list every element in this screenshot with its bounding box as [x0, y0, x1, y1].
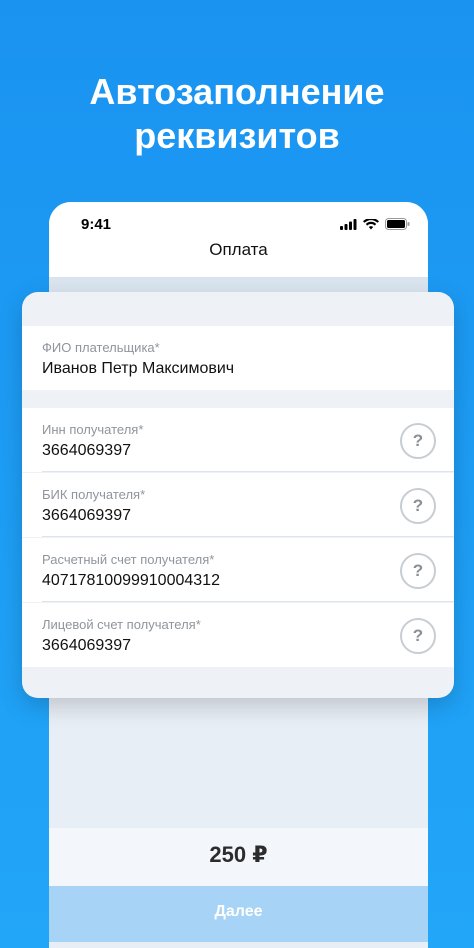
inn-label: Инн получателя* — [42, 422, 144, 437]
settlement-account-field[interactable]: Расчетный счет получателя* 4071781009991… — [22, 538, 454, 602]
personal-account-label: Лицевой счет получателя* — [42, 617, 201, 632]
payer-name-label: ФИО плательщика* — [42, 340, 160, 355]
signal-icon — [340, 218, 357, 230]
next-button-label: Далее — [214, 903, 263, 920]
battery-icon — [385, 218, 410, 230]
bik-label: БИК получателя* — [42, 487, 146, 502]
payer-name-field[interactable]: ФИО плательщика* Иванов Петр Максимович — [22, 326, 454, 390]
personal-account-help-button[interactable]: ? — [400, 618, 436, 654]
navigation-bar: Оплата — [49, 232, 428, 278]
divider — [42, 601, 454, 602]
promo-headline: Автозаполнение реквизитов — [0, 70, 474, 158]
bik-help-button[interactable]: ? — [400, 488, 436, 524]
headline-line-2: реквизитов — [134, 115, 340, 156]
status-time: 9:41 — [81, 216, 112, 233]
payer-name-value: Иванов Петр Максимович — [42, 360, 235, 377]
wifi-icon — [363, 218, 379, 229]
bik-field[interactable]: БИК получателя* 3664069397 ? — [22, 473, 454, 537]
next-button[interactable]: Далее — [49, 886, 428, 942]
inn-help-button[interactable]: ? — [400, 423, 436, 459]
payment-amount: 250 ₽ — [209, 842, 268, 867]
settlement-account-label: Расчетный счет получателя* — [42, 552, 215, 567]
amount-area: 250 ₽ — [49, 828, 428, 886]
divider — [42, 471, 454, 472]
settlement-account-help-button[interactable]: ? — [400, 553, 436, 589]
requisites-card: ФИО плательщика* Иванов Петр Максимович … — [22, 292, 454, 698]
divider — [42, 536, 454, 537]
personal-account-value: 3664069397 — [42, 637, 131, 654]
status-icons — [340, 218, 410, 230]
settlement-account-value: 40717810099910004312 — [42, 572, 220, 589]
inn-field[interactable]: Инн получателя* 3664069397 ? — [22, 408, 454, 472]
inn-value: 3664069397 — [42, 442, 131, 459]
personal-account-field[interactable]: Лицевой счет получателя* 3664069397 ? — [22, 603, 454, 667]
headline-line-1: Автозаполнение — [89, 71, 385, 112]
bik-value: 3664069397 — [42, 507, 131, 524]
page-title: Оплата — [209, 240, 268, 259]
